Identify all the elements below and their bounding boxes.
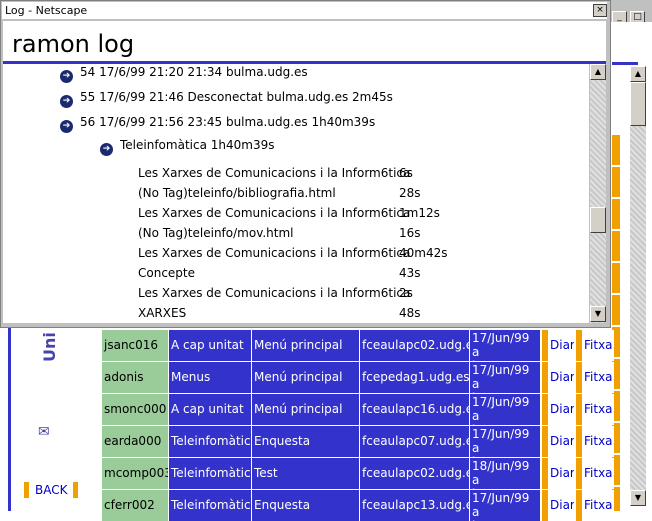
detail-duration: 28s bbox=[399, 186, 421, 200]
fitxa-link[interactable]: Fitxa bbox=[576, 330, 614, 361]
date-line: les 11:19 bbox=[472, 423, 540, 425]
page-title: ramon log bbox=[12, 30, 135, 58]
session-text: 55 17/6/99 21:46 Desconectat bulma.udg.e… bbox=[80, 90, 393, 104]
date-cell: 17/Jun/99 ales 10:54 bbox=[470, 362, 540, 393]
close-icon[interactable]: × bbox=[593, 4, 607, 17]
date-line: 18/Jun/99 a bbox=[472, 459, 530, 487]
fitxa-link[interactable]: Fitxa bbox=[576, 362, 614, 393]
detail-duration: 40m42s bbox=[399, 246, 448, 260]
user-cell[interactable]: earda000 bbox=[102, 426, 168, 457]
section-cell[interactable]: Menus bbox=[169, 362, 251, 393]
scroll-up-icon[interactable]: ▲ bbox=[630, 66, 646, 82]
date-cell: 17/Jun/99 ales 10:57 bbox=[470, 426, 540, 457]
session-line[interactable]: ➔ 54 17/6/99 21:20 21:34 bulma.udg.es bbox=[60, 65, 308, 83]
detail-page: (No Tag)teleinfo/bibliografia.html bbox=[138, 186, 336, 200]
side-label: Uni bbox=[40, 332, 59, 362]
user-cell[interactable]: jsanc016 bbox=[102, 330, 168, 361]
host-cell[interactable]: fcepedag1.udg.es bbox=[360, 362, 469, 393]
fitxa-link[interactable]: Fitxa bbox=[576, 490, 614, 521]
section-cell[interactable]: Teleinfomàtica bbox=[169, 458, 251, 489]
page-cell[interactable]: Test bbox=[252, 458, 359, 489]
section-cell[interactable]: A cap unitat bbox=[169, 330, 251, 361]
scroll-down-icon[interactable]: ▼ bbox=[590, 306, 606, 322]
page-cell[interactable]: Enquesta bbox=[252, 490, 359, 521]
arrow-right-icon: ➔ bbox=[100, 143, 113, 156]
detail-page: Les Xarxes de Comunicacions i la Inform6… bbox=[138, 206, 411, 220]
date-line: les 10:17 bbox=[472, 487, 540, 489]
user-cell[interactable]: mcomp003 bbox=[102, 458, 168, 489]
date-line: 17/Jun/99 a bbox=[472, 331, 530, 359]
scroll-thumb[interactable] bbox=[630, 82, 646, 126]
host-cell[interactable]: fceaulapc16.udg.es bbox=[360, 394, 469, 425]
detail-page: Les Xarxes de Comunicacions i la Inform6… bbox=[138, 286, 411, 300]
arrow-right-icon: ➔ bbox=[60, 95, 73, 108]
date-cell: 18/Jun/99 ales 10:17 bbox=[470, 458, 540, 489]
section-cell[interactable]: Teleinfomàtica bbox=[169, 426, 251, 457]
section-cell[interactable]: A cap unitat bbox=[169, 394, 251, 425]
date-line: les 10:56 bbox=[472, 359, 540, 361]
detail-duration: 6s bbox=[399, 166, 413, 180]
date-line: 17/Jun/99 a bbox=[472, 363, 530, 391]
detail-page: Les Xarxes de Comunicacions i la Inform6… bbox=[138, 166, 411, 180]
detail-duration: 48s bbox=[399, 306, 421, 320]
arrow-right-icon: ➔ bbox=[60, 120, 73, 133]
date-line: les 10:57 bbox=[472, 455, 540, 457]
mail-icon[interactable]: ✉ bbox=[38, 424, 50, 440]
scroll-thumb[interactable] bbox=[590, 207, 606, 233]
detail-duration: 43s bbox=[399, 266, 421, 280]
page-cell[interactable]: Menú principal bbox=[252, 394, 359, 425]
user-cell[interactable]: cferr002 bbox=[102, 490, 168, 521]
group-text: Teleinfomàtica 1h40m39s bbox=[120, 138, 275, 152]
session-text: 54 17/6/99 21:20 21:34 bulma.udg.es bbox=[80, 65, 308, 79]
page-cell[interactable]: Menú principal bbox=[252, 362, 359, 393]
window-title: Log - Netscape bbox=[2, 2, 607, 19]
host-cell[interactable]: fceaulapc13.udg.es bbox=[360, 490, 469, 521]
back-button[interactable]: BACK bbox=[24, 482, 79, 498]
date-line: 17/Jun/99 a bbox=[472, 491, 530, 519]
diari-link[interactable]: Diari bbox=[542, 394, 574, 425]
scroll-down-icon[interactable]: ▼ bbox=[630, 490, 646, 506]
diari-link[interactable]: Diari bbox=[542, 426, 574, 457]
diari-link[interactable]: Diari bbox=[542, 490, 574, 521]
host-cell[interactable]: fceaulapc07.udg.es bbox=[360, 426, 469, 457]
fitxa-link[interactable]: Fitxa bbox=[576, 394, 614, 425]
fitxa-link[interactable]: Fitxa bbox=[576, 426, 614, 457]
user-cell[interactable]: adonis bbox=[102, 362, 168, 393]
detail-duration: 1m12s bbox=[399, 206, 440, 220]
fitxa-link[interactable]: Fitxa bbox=[576, 458, 614, 489]
section-cell[interactable]: Teleinfomàtica bbox=[169, 490, 251, 521]
session-text: 56 17/6/99 21:56 23:45 bulma.udg.es 1h40… bbox=[80, 115, 376, 129]
diari-link[interactable]: Diari bbox=[542, 330, 574, 361]
diari-link[interactable]: Diari bbox=[542, 458, 574, 489]
group-line[interactable]: ➔ Teleinfomàtica 1h40m39s bbox=[100, 138, 274, 156]
session-line[interactable]: ➔ 55 17/6/99 21:46 Desconectat bulma.udg.… bbox=[60, 90, 393, 108]
detail-page: Concepte bbox=[138, 266, 196, 280]
user-cell[interactable]: smonc000 bbox=[102, 394, 168, 425]
detail-page: XARXES bbox=[138, 306, 187, 320]
date-line: les 10:54 bbox=[472, 391, 540, 393]
divider bbox=[612, 62, 638, 65]
host-cell[interactable]: fceaulapc02.udg.es bbox=[360, 330, 469, 361]
detail-page: (No Tag)teleinfo/mov.html bbox=[138, 226, 294, 240]
background-scrollbar[interactable] bbox=[630, 66, 646, 506]
diari-link[interactable]: Diari bbox=[542, 362, 574, 393]
scroll-up-icon[interactable]: ▲ bbox=[590, 64, 606, 80]
detail-duration: 2s bbox=[399, 286, 413, 300]
date-line: 17/Jun/99 a bbox=[472, 395, 530, 423]
detail-duration: 16s bbox=[399, 226, 421, 240]
date-cell: 17/Jun/99 ales 11:19 bbox=[470, 394, 540, 425]
date-cell: 17/Jun/99 ales 10:13 bbox=[470, 490, 540, 521]
arrow-right-icon: ➔ bbox=[60, 70, 73, 83]
detail-page: Les Xarxes de Comunicacions i la Inform6… bbox=[138, 246, 411, 260]
page-cell[interactable]: Enquesta bbox=[252, 426, 359, 457]
date-line: 17/Jun/99 a bbox=[472, 427, 530, 455]
page-cell[interactable]: Menú principal bbox=[252, 330, 359, 361]
session-line[interactable]: ➔ 56 17/6/99 21:56 23:45 bulma.udg.es 1h4… bbox=[60, 115, 375, 133]
log-scrollbar[interactable] bbox=[590, 64, 606, 323]
host-cell[interactable]: fceaulapc02.udg.es bbox=[360, 458, 469, 489]
date-cell: 17/Jun/99 ales 10:56 bbox=[470, 330, 540, 361]
